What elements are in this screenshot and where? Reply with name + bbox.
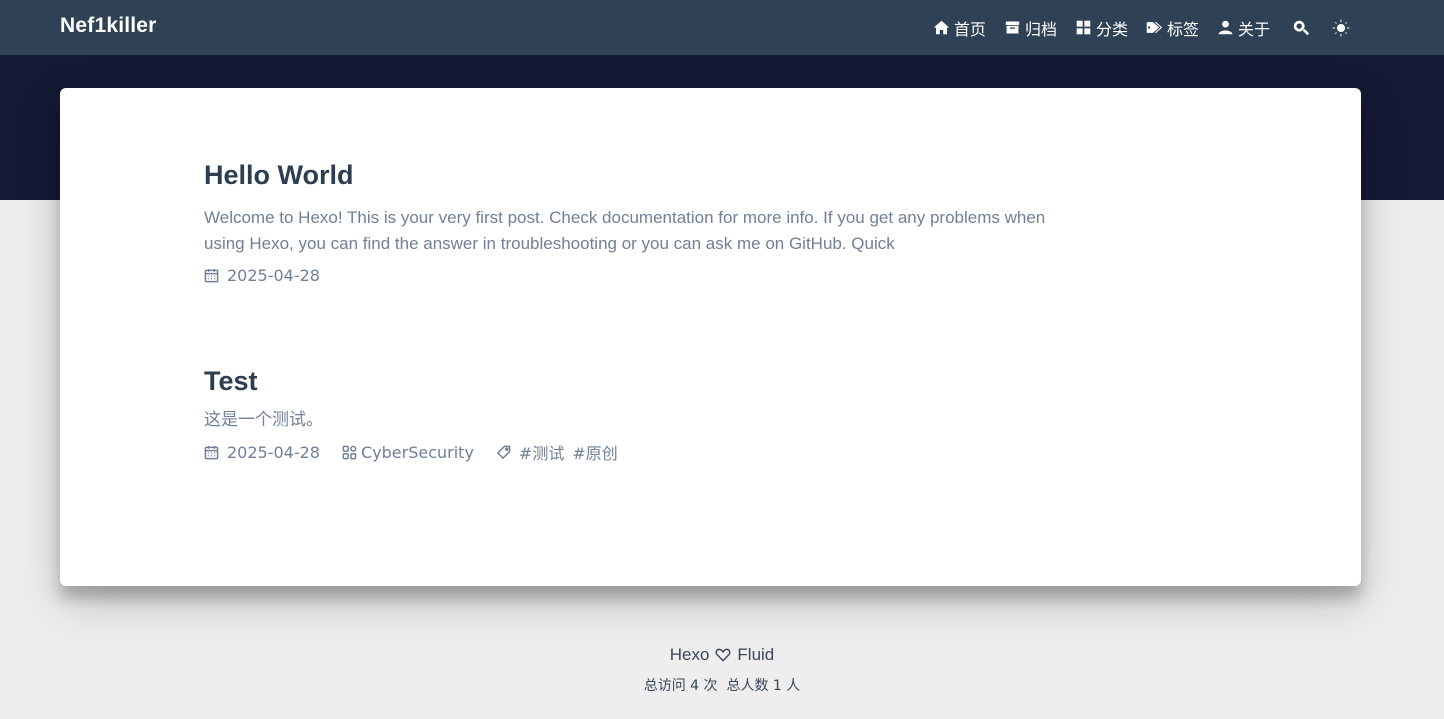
category-icon bbox=[342, 445, 357, 459]
post-item: Test 这是一个测试。 2025-04-28 CyberSecurity #测… bbox=[204, 366, 1204, 464]
post-list-card: Hello World Welcome to Hexo! This is you… bbox=[60, 88, 1361, 586]
footer-powered-by: Hexo Fluid bbox=[0, 645, 1444, 665]
nav-item-label: 分类 bbox=[1095, 19, 1128, 39]
category-icon bbox=[1076, 20, 1091, 35]
post-title[interactable]: Hello World bbox=[204, 160, 1204, 191]
post-meta: 2025-04-28 CyberSecurity #测试 #原创 bbox=[204, 440, 1204, 464]
post-meta: 2025-04-28 bbox=[204, 266, 1204, 285]
tag-icon bbox=[496, 445, 511, 459]
tag-link[interactable]: #原创 bbox=[572, 440, 617, 464]
nav-item-home[interactable]: 首页 bbox=[933, 16, 986, 40]
post-item: Hello World Welcome to Hexo! This is you… bbox=[204, 160, 1204, 285]
nav-item-label: 首页 bbox=[953, 19, 986, 39]
nav-item-about[interactable]: 关于 bbox=[1217, 16, 1270, 40]
search-button[interactable] bbox=[1292, 19, 1310, 37]
nav-item-category[interactable]: 分类 bbox=[1075, 16, 1128, 40]
nav-item-tags[interactable]: 标签 bbox=[1146, 16, 1199, 40]
post-title[interactable]: Test bbox=[204, 366, 1204, 397]
post-date-text: 2025-04-28 bbox=[227, 266, 320, 285]
post-date-text: 2025-04-28 bbox=[227, 442, 320, 462]
nav-item-archive[interactable]: 归档 bbox=[1004, 16, 1057, 40]
post-excerpt[interactable]: Welcome to Hexo! This is your very first… bbox=[204, 205, 1204, 257]
nav-item-label: 归档 bbox=[1024, 19, 1057, 39]
hexo-link[interactable]: Hexo bbox=[670, 645, 710, 665]
footer-stats: 总访问 4 次 总人数 1 人 bbox=[643, 678, 801, 694]
tag-link[interactable]: #测试 bbox=[519, 440, 564, 464]
post-category: CyberSecurity bbox=[342, 443, 474, 462]
sun-icon bbox=[1332, 18, 1350, 37]
user-icon bbox=[1218, 20, 1233, 35]
site-footer: Hexo Fluid 总访问 4 次 总人数 1 人 bbox=[0, 645, 1444, 695]
home-icon bbox=[933, 20, 950, 35]
nav-menu: 首页 归档 分类 标签 关于 bbox=[915, 0, 1350, 55]
post-excerpt[interactable]: 这是一个测试。 bbox=[204, 407, 1204, 433]
calendar-icon bbox=[204, 445, 219, 459]
calendar-icon bbox=[204, 268, 219, 283]
post-tags: #测试 #原创 bbox=[496, 440, 626, 464]
post-date: 2025-04-28 bbox=[204, 443, 320, 462]
heart-icon bbox=[715, 648, 731, 662]
post-excerpt-line: using Hexo, you can find the answer in t… bbox=[204, 234, 895, 253]
nav-item-label: 关于 bbox=[1237, 19, 1270, 39]
top-navbar: Nef1killer 首页 归档 分类 标签 关于 bbox=[0, 0, 1444, 55]
fluid-link[interactable]: Fluid bbox=[737, 645, 774, 665]
tag-icon bbox=[1146, 22, 1163, 33]
site-brand[interactable]: Nef1killer bbox=[60, 14, 157, 38]
search-icon bbox=[1293, 20, 1310, 35]
archive-icon bbox=[1005, 21, 1020, 34]
nav-item-label: 标签 bbox=[1166, 19, 1199, 39]
theme-toggle-button[interactable] bbox=[1332, 18, 1350, 37]
category-link[interactable]: CyberSecurity bbox=[361, 443, 474, 462]
post-excerpt-line: Welcome to Hexo! This is your very first… bbox=[204, 208, 1046, 227]
post-excerpt-line: 这是一个测试。 bbox=[204, 410, 323, 429]
post-date: 2025-04-28 bbox=[204, 266, 320, 285]
